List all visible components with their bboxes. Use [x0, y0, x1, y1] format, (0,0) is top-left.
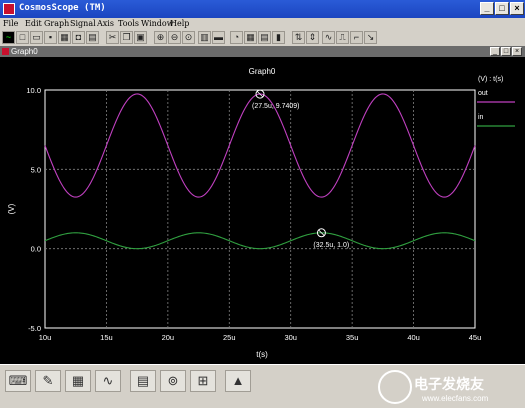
- series-curves: [44, 93, 476, 250]
- menu-edit[interactable]: Edit: [25, 19, 42, 28]
- graph-window-icon: [2, 48, 9, 55]
- table-icon[interactable]: ▤: [258, 31, 271, 44]
- x-tick-label: 25u: [223, 333, 236, 342]
- save-icon[interactable]: ▪: [44, 31, 57, 44]
- graph-layout-icon[interactable]: ▥: [198, 31, 211, 44]
- y-tick-label: -5.0: [28, 324, 41, 333]
- x-tick-label: 35u: [346, 333, 359, 342]
- disk-icon[interactable]: ◘: [72, 31, 85, 44]
- cursor-label: (27.5u, 9.7409): [252, 103, 299, 110]
- watermark-url: www.elecfans.com: [422, 394, 489, 403]
- x-axis-label: t(s): [256, 350, 268, 359]
- print-icon[interactable]: ▤: [86, 31, 99, 44]
- watermark-logo-icon: [378, 370, 412, 404]
- arrow-icon[interactable]: ↘: [364, 31, 377, 44]
- toolbar: ~ □ ▭ ▪ ▦ ◘ ▤ ✂ ❐ ▣ ⊕ ⊖ ⊙ ▥ ▬ ◔ ▦ ▤ ▮ ⇅ …: [0, 30, 525, 47]
- graph-window-bar: Graph0 _ □ ×: [0, 46, 525, 57]
- schematic-icon[interactable]: ⊞: [190, 370, 216, 392]
- y-tick-labels: 10.0 5.0 0.0 -5.0: [26, 86, 41, 333]
- x-tick-label: 15u: [100, 333, 113, 342]
- x-tick-label: 30u: [284, 333, 297, 342]
- zoom-area-icon[interactable]: ⊙: [182, 31, 195, 44]
- pen-icon[interactable]: ✎: [35, 370, 61, 392]
- reels-icon[interactable]: ⊚: [160, 370, 186, 392]
- y-tick-label: 10.0: [26, 86, 41, 95]
- chart-title: Graph0: [249, 67, 276, 76]
- pulse-icon[interactable]: ⎍: [336, 31, 349, 44]
- series-in-line: [44, 232, 476, 250]
- waveform-tool-icon[interactable]: ∿: [95, 370, 121, 392]
- x-tick-label: 45u: [469, 333, 482, 342]
- legend-label-out: out: [478, 90, 488, 97]
- plot-frame: [44, 89, 476, 329]
- app-icon: [3, 3, 15, 15]
- menu-signal[interactable]: Signal: [70, 19, 96, 28]
- menu-graph[interactable]: Graph: [44, 19, 69, 28]
- zoom-in-icon[interactable]: ⊕: [154, 31, 167, 44]
- paste-icon[interactable]: ▣: [134, 31, 147, 44]
- x-tick-labels: 10u 15u 20u 25u 30u 35u 40u 45u: [39, 333, 482, 342]
- measure-icon[interactable]: ⇅: [292, 31, 305, 44]
- y-tick-label: 5.0: [31, 165, 41, 174]
- grid-icon[interactable]: ▦: [244, 31, 257, 44]
- menu-window[interactable]: Window: [141, 19, 174, 28]
- graph-close-button[interactable]: ×: [512, 47, 522, 56]
- cut-icon[interactable]: ✂: [106, 31, 119, 44]
- zoom-out-icon[interactable]: ⊖: [168, 31, 181, 44]
- x-tick-label: 10u: [39, 333, 52, 342]
- signal-icon[interactable]: ∿: [322, 31, 335, 44]
- legend[interactable]: out in: [477, 90, 515, 127]
- title-bar: CosmosScope (TM) _ □ ×: [0, 0, 525, 18]
- plot-area: Graph0 (V) t(s) 10.0 5.0 0.0 -5.0 10u 15u 20u…: [0, 57, 525, 364]
- y-axis-label: (V): [7, 203, 16, 214]
- keyboard-icon[interactable]: ⌨: [5, 370, 31, 392]
- menu-tools[interactable]: Tools: [118, 19, 139, 28]
- legend-label-in: in: [478, 114, 484, 121]
- menu-file[interactable]: File: [3, 19, 18, 28]
- ruler-icon[interactable]: ⇕: [306, 31, 319, 44]
- open-folder-icon[interactable]: ▭: [30, 31, 43, 44]
- calculator-icon[interactable]: ▤: [130, 370, 156, 392]
- menu-axis[interactable]: Axis: [97, 19, 114, 28]
- menu-help[interactable]: Help: [170, 19, 189, 28]
- waveform-icon[interactable]: ~: [2, 31, 15, 44]
- menu-bar: File Edit Graph Signal Axis Tools Window…: [0, 18, 525, 30]
- new-file-icon[interactable]: □: [16, 31, 29, 44]
- x-tick-label: 40u: [407, 333, 420, 342]
- window-title: CosmosScope (TM): [19, 3, 106, 13]
- copy-icon[interactable]: ❐: [120, 31, 133, 44]
- close-button[interactable]: ×: [510, 2, 524, 15]
- stack-icon[interactable]: ▬: [212, 31, 225, 44]
- signal-manager-icon[interactable]: ▦: [65, 370, 91, 392]
- minimize-button[interactable]: _: [480, 2, 494, 15]
- rotate-icon[interactable]: ◔: [230, 31, 243, 44]
- open-graph-icon[interactable]: ▦: [58, 31, 71, 44]
- maximize-button[interactable]: □: [495, 2, 509, 15]
- graph-maximize-button[interactable]: □: [501, 47, 511, 56]
- graph-window-title: Graph0: [11, 47, 38, 56]
- watermark-title: 电子发烧友: [414, 376, 484, 392]
- x-tick-label: 20u: [162, 333, 175, 342]
- grid-lines: [45, 90, 475, 328]
- step-icon[interactable]: ⌐: [350, 31, 363, 44]
- matlab-icon[interactable]: ▲: [225, 370, 251, 392]
- y-tick-label: 0.0: [31, 245, 41, 254]
- cursor-label: (32.5u, 1.0): [313, 242, 349, 249]
- waveform-chart[interactable]: Graph0 (V) t(s) 10.0 5.0 0.0 -5.0 10u 15u 20u…: [0, 57, 525, 364]
- bars-icon[interactable]: ▮: [272, 31, 285, 44]
- graph-minimize-button[interactable]: _: [490, 47, 500, 56]
- legend-header: (V) : t(s): [478, 76, 503, 83]
